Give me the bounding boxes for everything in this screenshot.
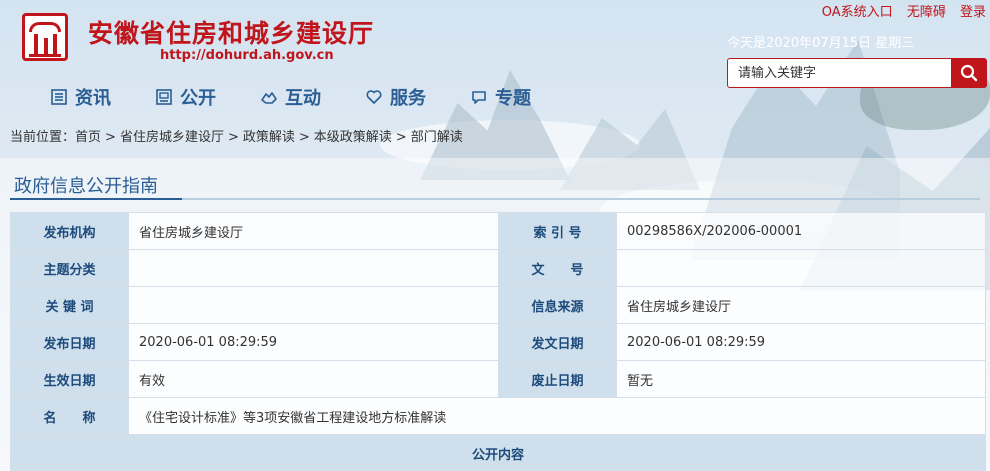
label-publish-date: 发布日期 — [10, 323, 129, 361]
search-button[interactable] — [951, 58, 987, 88]
value-keywords — [128, 286, 499, 324]
breadcrumb-separator: > — [395, 130, 407, 145]
breadcrumb-separator: > — [105, 130, 116, 145]
main-nav: 资讯 公开 互动 服务 专题 — [50, 84, 575, 110]
label-publisher: 发布机构 — [10, 212, 129, 250]
search-bar — [727, 58, 987, 88]
table-row: 公开内容 — [10, 434, 986, 471]
nav-label-service: 服务 — [390, 88, 426, 109]
value-index-number: 00298586X/202006-00001 — [616, 212, 986, 250]
label-effective-date: 生效日期 — [10, 360, 129, 398]
value-source: 省住房城乡建设厅 — [616, 286, 986, 324]
nav-label-topic: 专题 — [495, 88, 531, 109]
breadcrumb-policy[interactable]: 政策解读 — [243, 130, 295, 145]
nav-item-public[interactable]: 公开 — [155, 84, 216, 110]
label-issue-date: 发文日期 — [498, 323, 617, 361]
label-subject: 主题分类 — [10, 249, 129, 287]
table-row: 关 键 词 信息来源 省住房城乡建设厅 — [10, 286, 986, 324]
label-source: 信息来源 — [498, 286, 617, 324]
value-name: 《住宅设计标准》等3项安徽省工程建设地方标准解读 — [128, 397, 986, 435]
value-expiry-date: 暂无 — [616, 360, 986, 398]
breadcrumb-prefix: 当前位置： — [10, 130, 76, 145]
section-divider — [10, 198, 980, 200]
value-publisher: 省住房城乡建设厅 — [128, 212, 499, 250]
breadcrumb-separator: > — [298, 130, 310, 145]
hands-icon — [261, 92, 277, 104]
table-row: 生效日期 有效 废止日期 暂无 — [10, 360, 986, 398]
site-title: 安徽省住房和城乡建设厅 — [88, 19, 375, 48]
current-date: 今天是2020年07月15日 星期三 — [727, 36, 915, 51]
label-keywords: 关 键 词 — [10, 286, 129, 324]
breadcrumb-separator: > — [227, 130, 239, 145]
top-links: OA系统入口 无障碍 登录 — [812, 1, 986, 20]
breadcrumb-current[interactable]: 部门解读 — [411, 130, 463, 145]
table-row: 发布机构 省住房城乡建设厅 索 引 号 00298586X/202006-000… — [10, 212, 986, 250]
heart-icon — [366, 90, 382, 104]
nav-label-interact: 互动 — [285, 88, 321, 109]
breadcrumb: 当前位置：首页 > 省住房城乡建设厅 > 政策解读 > 本级政策解读 > 部门解读 — [10, 126, 463, 145]
value-subject — [128, 249, 499, 287]
list-icon — [51, 89, 67, 105]
nav-item-service[interactable]: 服务 — [365, 84, 426, 110]
label-name: 名 称 — [10, 397, 129, 435]
chat-icon — [472, 91, 486, 104]
value-publish-date: 2020-06-01 08:29:59 — [128, 323, 499, 361]
nav-item-interact[interactable]: 互动 — [260, 84, 321, 110]
value-issue-date: 2020-06-01 08:29:59 — [616, 323, 986, 361]
public-content-header: 公开内容 — [10, 434, 986, 471]
site-url: http://dohurd.ah.gov.cn — [160, 48, 334, 63]
nav-label-public: 公开 — [180, 88, 216, 109]
search-input[interactable] — [727, 58, 951, 88]
breadcrumb-local-policy[interactable]: 本级政策解读 — [314, 130, 392, 145]
value-effective-date: 有效 — [128, 360, 499, 398]
login-link[interactable]: 登录 — [960, 5, 986, 20]
value-doc-number — [616, 249, 986, 287]
nav-item-news[interactable]: 资讯 — [50, 84, 111, 110]
label-expiry-date: 废止日期 — [498, 360, 617, 398]
accessibility-link[interactable]: 无障碍 — [907, 5, 946, 20]
board-icon — [156, 89, 172, 105]
nav-item-topic[interactable]: 专题 — [470, 84, 531, 110]
table-row: 主题分类 文 号 — [10, 249, 986, 287]
breadcrumb-home[interactable]: 首页 — [75, 130, 101, 145]
label-doc-number: 文 号 — [498, 249, 617, 287]
info-table: 发布机构 省住房城乡建设厅 索 引 号 00298586X/202006-000… — [10, 212, 986, 471]
breadcrumb-department[interactable]: 省住房城乡建设厅 — [120, 130, 224, 145]
table-row: 名 称 《住宅设计标准》等3项安徽省工程建设地方标准解读 — [10, 397, 986, 435]
site-logo[interactable] — [22, 13, 68, 61]
table-row: 发布日期 2020-06-01 08:29:59 发文日期 2020-06-01… — [10, 323, 986, 361]
search-icon — [960, 64, 978, 82]
label-index-number: 索 引 号 — [498, 212, 617, 250]
oa-link[interactable]: OA系统入口 — [822, 5, 893, 20]
nav-label-news: 资讯 — [75, 88, 111, 109]
